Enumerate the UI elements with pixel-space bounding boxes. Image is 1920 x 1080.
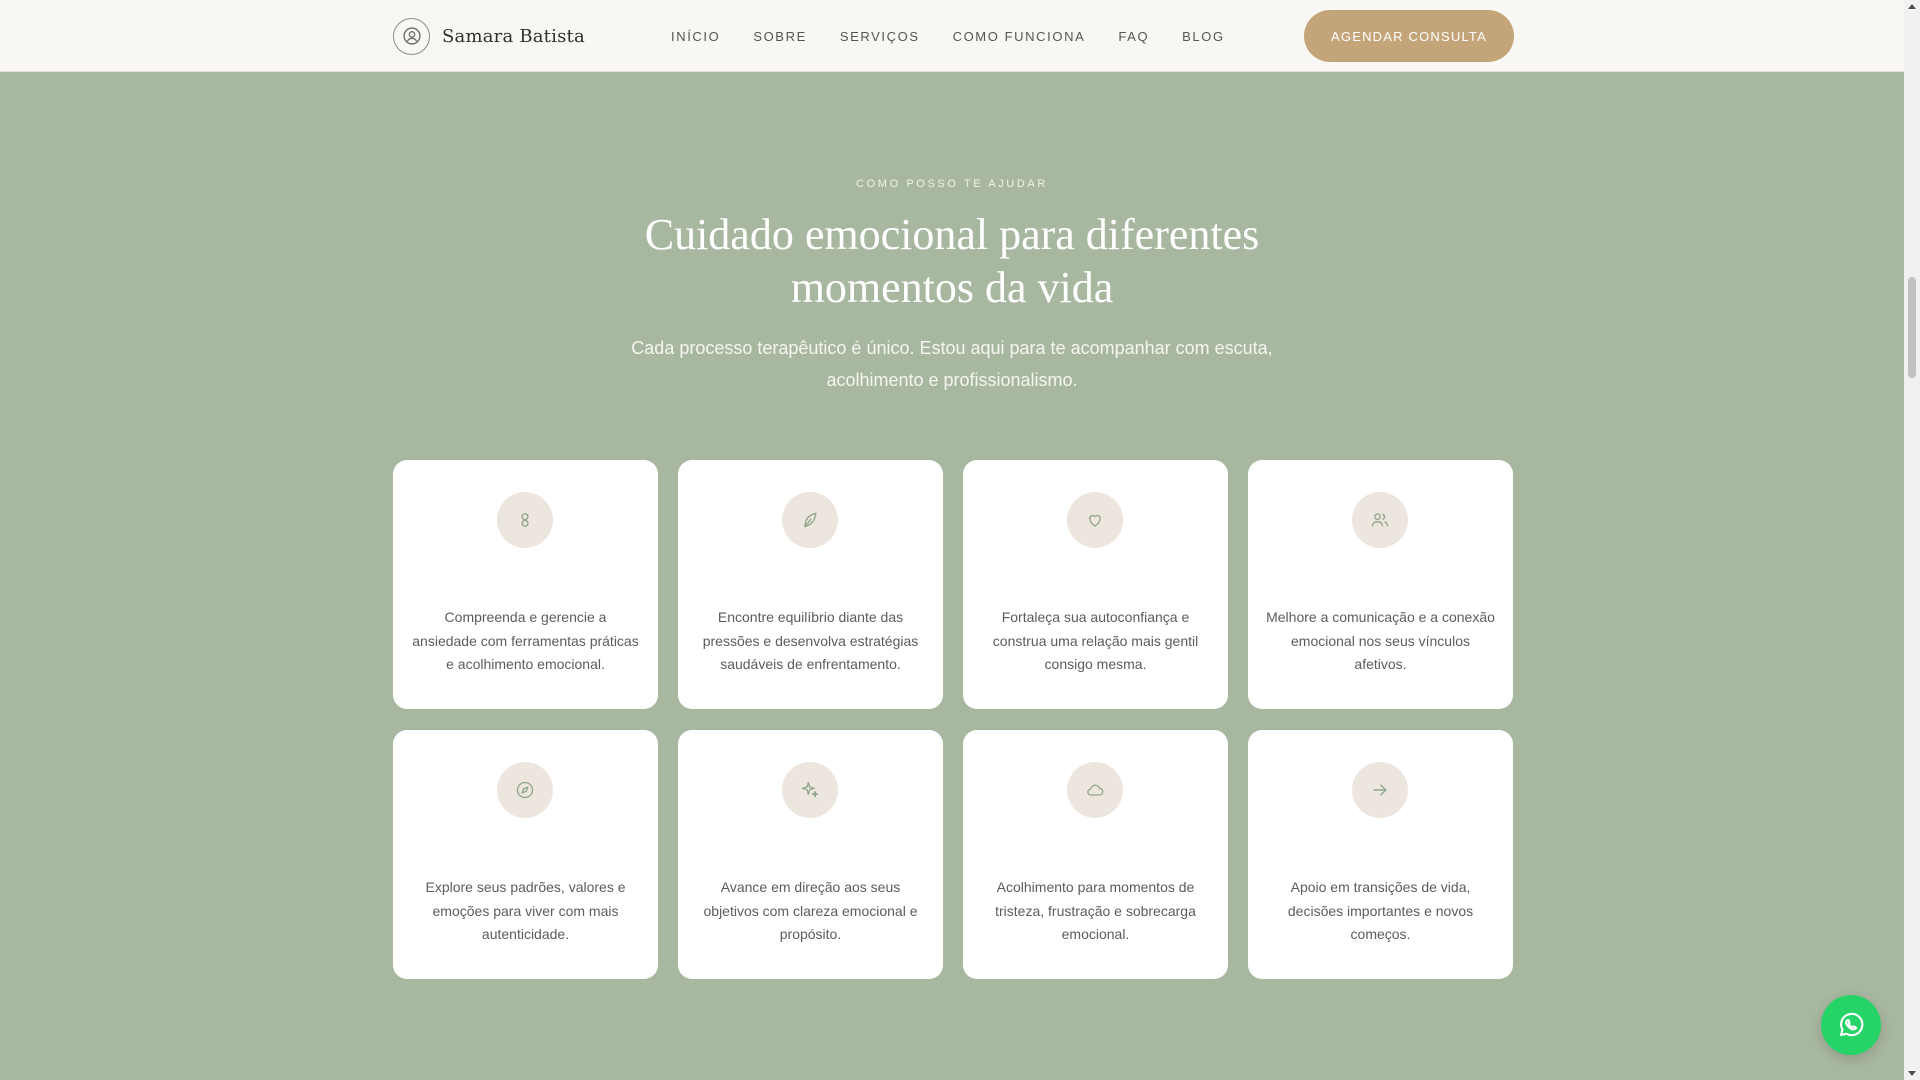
services-grid: Compreenda e gerencie a ansiedade com fe… [393,460,1514,979]
arrow-right-icon [1352,762,1408,818]
nav-inicio[interactable]: INÍCIO [671,29,720,44]
card-text: Explore seus padrões, valores e emoções … [425,879,626,942]
brain-icon [497,492,553,548]
nav-blog[interactable]: BLOG [1182,29,1225,44]
scrollbar-thumb[interactable] [1908,277,1916,378]
brand[interactable]: Samara Batista [393,17,585,55]
header-inner: Samara Batista INÍCIO SOBRE SERVIÇOS COM… [393,0,1514,72]
scrollbar[interactable] [1904,0,1920,1080]
service-card[interactable]: Avance em direção aos seus objetivos com… [678,730,943,979]
service-card[interactable]: Explore seus padrões, valores e emoções … [393,730,658,979]
card-text: Fortaleça sua autoconfiança e construa u… [992,609,1199,672]
service-card[interactable]: Fortaleça sua autoconfiança e construa u… [963,460,1228,709]
service-card[interactable]: Apoio em transições de vida, decisões im… [1248,730,1513,979]
section-title: Cuidado emocional para diferentes moment… [644,210,1260,312]
service-card[interactable]: Encontre equilíbrio diante das pressões … [678,460,943,709]
service-card[interactable]: Melhore a comunicação e a conexão emocio… [1248,460,1513,709]
person-icon [393,17,430,55]
card-text: Avance em direção aos seus objetivos com… [703,879,918,942]
brand-name: Samara Batista [442,25,585,47]
users-icon [1352,492,1408,548]
nav-como-funciona[interactable]: COMO FUNCIONA [953,29,1086,44]
scroll-down-icon[interactable] [1908,1071,1916,1076]
section-subtitle: Cada processo terapêutico é único. Estou… [631,338,1273,390]
card-text: Apoio em transições de vida, decisões im… [1287,879,1474,942]
card-text: Acolhimento para momentos de tristeza, f… [995,879,1196,942]
service-card[interactable]: Acolhimento para momentos de tristeza, f… [963,730,1228,979]
heart-icon [1067,492,1123,548]
nav-faq[interactable]: FAQ [1118,29,1149,44]
card-text: Compreenda e gerencie a ansiedade com fe… [412,609,639,672]
compass-icon [497,762,553,818]
whatsapp-icon [1839,1012,1864,1037]
sparkles-icon [782,762,838,818]
whatsapp-button[interactable] [1821,995,1881,1055]
nav-servicos[interactable]: SERVIÇOS [840,29,920,44]
leaf-icon [782,492,838,548]
section-eyebrow: COMO POSSO TE AJUDAR [856,178,1048,190]
service-card[interactable]: Compreenda e gerencie a ansiedade com fe… [393,460,658,709]
site-header: Samara Batista INÍCIO SOBRE SERVIÇOS COM… [0,0,1904,72]
schedule-consultation-button[interactable]: AGENDAR CONSULTA [1304,10,1514,62]
card-text: Encontre equilíbrio diante das pressões … [702,609,919,672]
scroll-up-icon[interactable] [1908,4,1916,9]
main-nav: INÍCIO SOBRE SERVIÇOS COMO FUNCIONA FAQ … [671,29,1225,44]
cloud-icon [1067,762,1123,818]
nav-sobre[interactable]: SOBRE [753,29,807,44]
card-text: Melhore a comunicação e a conexão emocio… [1266,609,1495,672]
